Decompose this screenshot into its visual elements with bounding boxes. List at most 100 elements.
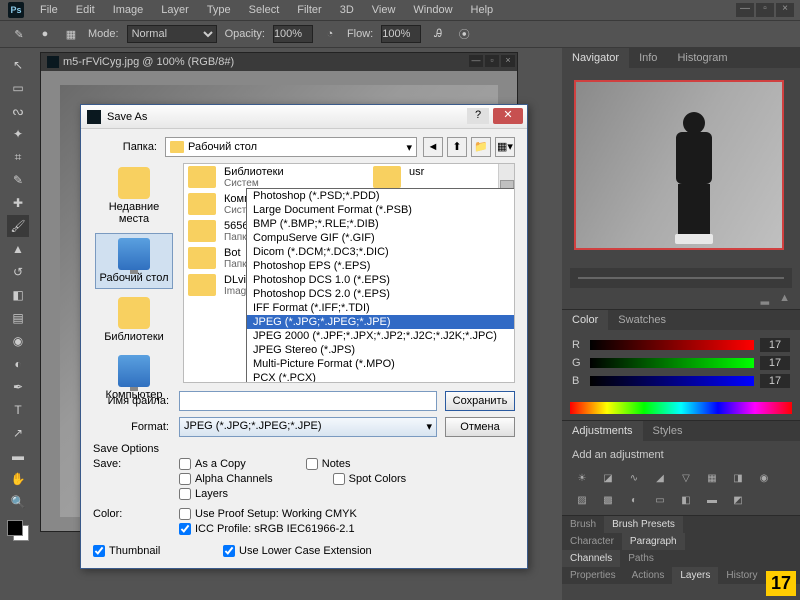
folder-select[interactable]: Рабочий стол▾ <box>165 137 417 157</box>
doc-minimize-icon[interactable]: — <box>469 55 483 67</box>
tab-layers[interactable]: Layers <box>672 567 718 584</box>
doc-close-icon[interactable]: × <box>501 55 515 67</box>
color-ramp[interactable] <box>570 402 792 414</box>
back-icon[interactable]: ◄ <box>423 137 443 157</box>
navigator-preview[interactable] <box>562 68 800 268</box>
cb-thumbnail[interactable]: Thumbnail <box>93 545 223 557</box>
color-swatch[interactable] <box>7 520 29 542</box>
zoom-in-icon[interactable]: ▲ <box>779 292 790 305</box>
format-option[interactable]: Photoshop DCS 2.0 (*.EPS) <box>247 287 515 301</box>
wand-tool-icon[interactable]: ✦ <box>7 123 29 145</box>
move-tool-icon[interactable]: ↖ <box>7 54 29 76</box>
invert-icon[interactable]: ◐ <box>624 495 644 511</box>
cb-icc[interactable]: ICC Profile: sRGB IEC61966-2.1 <box>179 523 515 535</box>
channel-mixer-icon[interactable]: ▨ <box>572 495 592 511</box>
lasso-tool-icon[interactable]: ᔓ <box>7 100 29 122</box>
menu-window[interactable]: Window <box>405 2 460 18</box>
dialog-titlebar[interactable]: Save As ? ✕ <box>81 105 527 129</box>
blur-tool-icon[interactable]: ◉ <box>7 330 29 352</box>
format-option[interactable]: Dicom (*.DCM;*.DC3;*.DIC) <box>247 245 515 259</box>
photo-filter-icon[interactable]: ◉ <box>754 473 774 489</box>
dialog-close-icon[interactable]: ✕ <box>493 108 523 124</box>
document-titlebar[interactable]: m5-rFViCyg.jpg @ 100% (RGB/8#) — ▫ × <box>41 53 517 71</box>
menu-type[interactable]: Type <box>199 2 239 18</box>
menu-filter[interactable]: Filter <box>289 2 329 18</box>
pressure-size-icon[interactable]: ⦿ <box>455 25 473 43</box>
cb-layers[interactable]: Layers <box>179 488 228 500</box>
brush-tool-icon[interactable]: 🖌 <box>7 215 29 237</box>
menu-layer[interactable]: Layer <box>153 2 197 18</box>
threshold-icon[interactable]: ◧ <box>676 495 696 511</box>
format-select[interactable]: JPEG (*.JPG;*.JPEG;*.JPE)▾ <box>179 417 437 437</box>
selective-color-icon[interactable]: ◩ <box>728 495 748 511</box>
format-option[interactable]: BMP (*.BMP;*.RLE;*.DIB) <box>247 217 515 231</box>
tab-adjustments[interactable]: Adjustments <box>562 421 643 441</box>
format-dropdown-list[interactable]: Photoshop (*.PSD;*.PDD)Large Document Fo… <box>246 188 515 383</box>
cancel-button[interactable]: Отмена <box>445 417 515 437</box>
g-value[interactable]: 17 <box>760 356 790 370</box>
zoom-out-icon[interactable]: ▂ <box>761 292 769 305</box>
curves-icon[interactable]: ∿ <box>624 473 644 489</box>
tab-color[interactable]: Color <box>562 310 608 330</box>
cb-as-copy[interactable]: As a Copy <box>179 458 246 470</box>
tab-channels[interactable]: Channels <box>562 550 620 567</box>
path-tool-icon[interactable]: ↗ <box>7 422 29 444</box>
brightness-icon[interactable]: ☀ <box>572 473 592 489</box>
format-option[interactable]: JPEG Stereo (*.JPS) <box>247 343 515 357</box>
restore-icon[interactable]: ▫ <box>756 3 774 17</box>
doc-restore-icon[interactable]: ▫ <box>485 55 499 67</box>
hue-icon[interactable]: ▦ <box>702 473 722 489</box>
format-option[interactable]: JPEG (*.JPG;*.JPEG;*.JPE) <box>247 315 515 329</box>
gradient-map-icon[interactable]: ▬ <box>702 495 722 511</box>
menu-select[interactable]: Select <box>241 2 288 18</box>
g-slider[interactable] <box>590 358 754 368</box>
file-list[interactable]: БиблиотекиСистемusr КомпьСистем 5656Папк… <box>183 163 515 383</box>
dialog-help-icon[interactable]: ? <box>467 108 489 124</box>
r-value[interactable]: 17 <box>760 338 790 352</box>
save-button[interactable]: Сохранить <box>445 391 515 411</box>
format-option[interactable]: IFF Format (*.IFF;*.TDI) <box>247 301 515 315</box>
tab-character[interactable]: Character <box>562 533 622 550</box>
view-menu-icon[interactable]: ▦▾ <box>495 137 515 157</box>
menu-help[interactable]: Help <box>463 2 502 18</box>
menu-file[interactable]: File <box>32 2 66 18</box>
color-lookup-icon[interactable]: ▩ <box>598 495 618 511</box>
menu-3d[interactable]: 3D <box>332 2 362 18</box>
hand-tool-icon[interactable]: ✋ <box>7 468 29 490</box>
mode-select[interactable]: Normal <box>127 25 217 43</box>
stamp-tool-icon[interactable]: ▲ <box>7 238 29 260</box>
menu-edit[interactable]: Edit <box>68 2 103 18</box>
r-slider[interactable] <box>590 340 754 350</box>
tab-navigator[interactable]: Navigator <box>562 48 629 68</box>
sidebar-item-desktop[interactable]: Рабочий стол <box>95 233 173 289</box>
tab-paragraph[interactable]: Paragraph <box>622 533 685 550</box>
cb-spot[interactable]: Spot Colors <box>333 473 406 485</box>
new-folder-icon[interactable]: 📁 <box>471 137 491 157</box>
sidebar-item-recent[interactable]: Недавние места <box>95 163 173 229</box>
tab-paths[interactable]: Paths <box>620 550 662 567</box>
crop-tool-icon[interactable]: ⌗ <box>7 146 29 168</box>
cb-proof[interactable]: Use Proof Setup: Working CMYK <box>179 508 515 520</box>
tab-actions[interactable]: Actions <box>624 567 673 584</box>
close-icon[interactable]: × <box>776 3 794 17</box>
format-option[interactable]: Large Document Format (*.PSB) <box>247 203 515 217</box>
format-option[interactable]: Photoshop EPS (*.EPS) <box>247 259 515 273</box>
type-tool-icon[interactable]: T <box>7 399 29 421</box>
minimize-icon[interactable]: — <box>736 3 754 17</box>
cb-alpha[interactable]: Alpha Channels <box>179 473 273 485</box>
tab-brush-presets[interactable]: Brush Presets <box>604 516 683 533</box>
eyedropper-tool-icon[interactable]: ✎ <box>7 169 29 191</box>
eraser-tool-icon[interactable]: ◧ <box>7 284 29 306</box>
brush-tool-icon[interactable]: ✎ <box>10 25 28 43</box>
cb-lowercase[interactable]: Use Lower Case Extension <box>223 545 372 557</box>
tab-brush[interactable]: Brush <box>562 516 604 533</box>
tab-swatches[interactable]: Swatches <box>608 310 676 330</box>
pressure-opacity-icon[interactable]: ◔ <box>321 25 339 43</box>
tab-properties[interactable]: Properties <box>562 567 624 584</box>
marquee-tool-icon[interactable]: ▭ <box>7 77 29 99</box>
airbrush-icon[interactable]: Ꭿ <box>429 25 447 43</box>
opacity-input[interactable] <box>273 25 313 43</box>
vibrance-icon[interactable]: ▽ <box>676 473 696 489</box>
up-icon[interactable]: ⬆ <box>447 137 467 157</box>
bw-icon[interactable]: ◨ <box>728 473 748 489</box>
